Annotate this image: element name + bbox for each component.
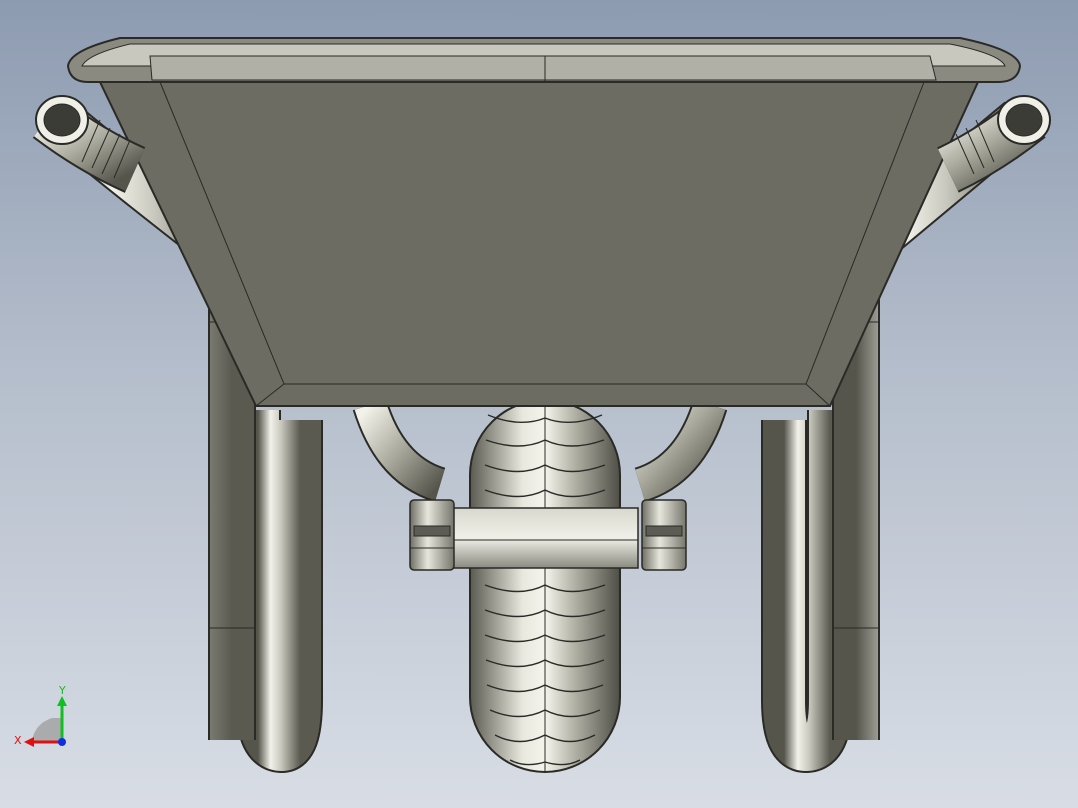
y-axis-arrow-icon xyxy=(57,696,67,706)
strut-right xyxy=(634,399,728,503)
axle-bracket-right xyxy=(641,499,687,571)
axle-bracket-left xyxy=(409,499,455,571)
y-axis-label: Y xyxy=(58,684,66,697)
z-axis-icon xyxy=(58,738,66,746)
frame-leg-right xyxy=(761,410,853,774)
cad-viewport[interactable] xyxy=(0,0,1078,808)
strut-left xyxy=(352,399,446,503)
x-axis-label: X xyxy=(14,734,22,747)
wheel-rim xyxy=(451,507,639,569)
frame-leg-left xyxy=(235,410,323,774)
x-axis-arrow-icon xyxy=(24,737,34,747)
triad-plane-icon xyxy=(32,718,62,742)
axis-triad: Y X xyxy=(14,684,67,747)
wheel xyxy=(451,399,639,773)
tray xyxy=(98,81,980,407)
tray-rim xyxy=(66,37,1022,83)
